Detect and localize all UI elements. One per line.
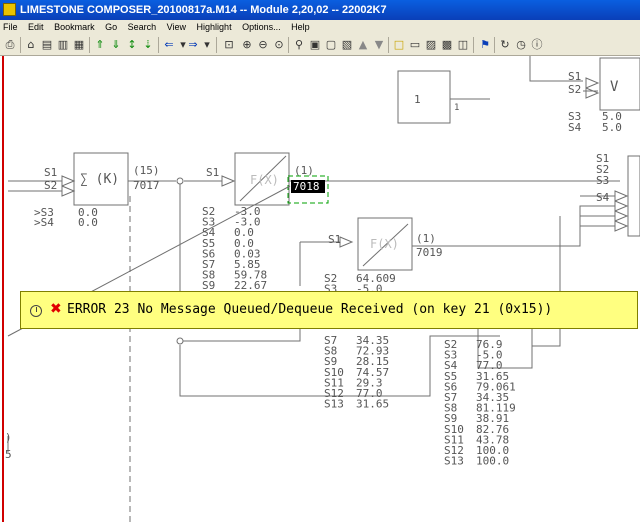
menu-search[interactable]: Search <box>128 22 157 32</box>
up-icon[interactable]: ⇑ <box>93 38 107 52</box>
error-message-bar: ✖ ERROR 23 No Message Queued/Dequeue Rec… <box>20 291 638 329</box>
left-edge-2: 5 <box>5 448 12 461</box>
right-in-s4: S4 <box>596 191 610 204</box>
menu-go[interactable]: Go <box>105 22 117 32</box>
menu-highlight[interactable]: Highlight <box>197 22 232 32</box>
diagram-canvas[interactable]: 1 1 S1 S2 V S3 S4 5.0 5.0 S1 S2 ∑ (K) (1… <box>0 56 640 522</box>
clock-icon[interactable]: ◷ <box>514 38 528 52</box>
find-icon[interactable]: ⚲ <box>292 38 306 52</box>
sum-tag: (15) <box>133 164 160 177</box>
find-prev-icon[interactable]: ▢ <box>324 38 338 52</box>
info-icon[interactable]: ⓘ <box>530 38 544 52</box>
right-logic-block <box>627 155 640 237</box>
zoom-in-icon[interactable]: ⊕ <box>240 38 254 52</box>
note-icon[interactable]: □ <box>392 38 406 52</box>
jump-icon[interactable]: ↕ <box>125 38 139 52</box>
fx1-s1: S1 <box>206 166 219 179</box>
fx1-tag: (1) <box>294 164 314 177</box>
zoom-page-icon[interactable]: ⊙ <box>272 38 286 52</box>
next-page-icon[interactable]: ▥ <box>56 38 70 52</box>
right-param-key: S13 <box>444 455 464 468</box>
menu-view[interactable]: View <box>167 22 186 32</box>
left-edge-1: ) <box>5 431 12 444</box>
const-block <box>397 70 451 124</box>
vote-s1: S1 <box>568 70 581 83</box>
fx2-tag: (1) <box>416 232 436 245</box>
bookmark-down-icon[interactable]: ▼ <box>372 38 386 52</box>
toolbar: ⎙ ⌂ ▤ ▥ ▦ ⇑ ⇓ ↕ ⇣ ⇐ ▾ ⇒ ▾ ⊡ ⊕ ⊖ ⊙ ⚲ ▣ ▢ … <box>0 34 640 56</box>
export-icon[interactable]: ▩ <box>440 38 454 52</box>
vote-block <box>599 57 640 111</box>
zoom-out-icon[interactable]: ⊖ <box>256 38 270 52</box>
input-arrow-s2 <box>585 87 600 99</box>
app-icon <box>3 3 16 16</box>
back-icon[interactable]: ⇐ <box>162 38 176 52</box>
sum-id: 7017 <box>133 179 160 192</box>
picture-icon[interactable]: ▨ <box>424 38 438 52</box>
title-bar: LIMESTONE COMPOSER_20100817a.M14 -- Modu… <box>0 0 640 20</box>
menu-help[interactable]: Help <box>291 22 310 32</box>
right-in-s3: S3 <box>596 174 609 187</box>
fx2-s1: S1 <box>328 233 341 246</box>
right-param-value: 100.0 <box>476 455 509 468</box>
sum-s2: S2 <box>44 179 57 192</box>
forward-dropdown-icon[interactable]: ▾ <box>200 38 214 52</box>
find-next-icon[interactable]: ▣ <box>308 38 322 52</box>
window-icon[interactable]: ◫ <box>456 38 470 52</box>
clock-icon <box>30 305 42 317</box>
error-x-icon: ✖ <box>50 301 62 317</box>
home-icon[interactable]: ⌂ <box>24 38 38 52</box>
refresh-icon[interactable]: ↻ <box>498 38 512 52</box>
fx1-lower-param-value: 31.65 <box>356 398 389 411</box>
fx1-params: S2 -3.0S3 -3.0S4 0.0S5 0.0S6 0.03S7 5.85S8 59.7… <box>202 205 267 303</box>
fx2-label: F(X) <box>370 237 399 251</box>
bookmark-list-icon[interactable]: ▧ <box>340 38 354 52</box>
logic-diagram: 1 1 S1 S2 V S3 S4 5.0 5.0 S1 S2 ∑ (K) (1… <box>2 56 640 522</box>
fx1-id[interactable]: 7018 <box>293 180 320 193</box>
sum-label: ∑ (K) <box>80 172 119 187</box>
vote-s4: S4 <box>568 121 582 134</box>
sum-s4: >S4 <box>34 216 54 229</box>
prev-page-icon[interactable]: ▤ <box>40 38 54 52</box>
const-out: 1 <box>454 103 459 113</box>
forward-icon[interactable]: ⇒ <box>186 38 200 52</box>
error-message: ERROR 23 No Message Queued/Dequeue Recei… <box>67 302 553 317</box>
menu-bar: File Edit Bookmark Go Search View Highli… <box>0 20 640 34</box>
menu-edit[interactable]: Edit <box>28 22 44 32</box>
print-icon[interactable]: ⎙ <box>3 38 17 52</box>
vote-v4: 5.0 <box>602 121 622 134</box>
fx1-lower-param-key: S13 <box>324 398 344 411</box>
fx2-id: 7019 <box>416 246 443 259</box>
right-block-params: S2 76.9S3 -5.0S4 77.0S5 31.65S6 79.061S7 34.35… <box>444 338 516 468</box>
input-arrow-s1 <box>585 77 600 89</box>
zoom-fit-icon[interactable]: ⊡ <box>222 38 236 52</box>
copy-icon[interactable]: ▭ <box>408 38 422 52</box>
jump-down-icon[interactable]: ⇣ <box>141 38 155 52</box>
fx1-lower-params: S7 34.35S8 72.93S9 28.15S10 74.57S11 29.3S12 7… <box>324 334 389 411</box>
sum-v4: 0.0 <box>78 216 98 229</box>
menu-file[interactable]: File <box>3 22 18 32</box>
bookmark-icon[interactable]: ▦ <box>72 38 86 52</box>
menu-bookmark[interactable]: Bookmark <box>54 22 95 32</box>
const-value: 1 <box>414 93 421 106</box>
menu-options[interactable]: Options... <box>242 22 281 32</box>
fx1-label: F(X) <box>250 173 279 187</box>
window-title: LIMESTONE COMPOSER_20100817a.M14 -- Modu… <box>20 4 387 16</box>
sum-s1: S1 <box>44 166 57 179</box>
bookmark-up-icon[interactable]: ▲ <box>356 38 370 52</box>
flag-icon[interactable]: ⚑ <box>478 38 492 52</box>
vote-op: V <box>610 79 619 95</box>
vote-s2: S2 <box>568 83 581 96</box>
down-icon[interactable]: ⇓ <box>109 38 123 52</box>
